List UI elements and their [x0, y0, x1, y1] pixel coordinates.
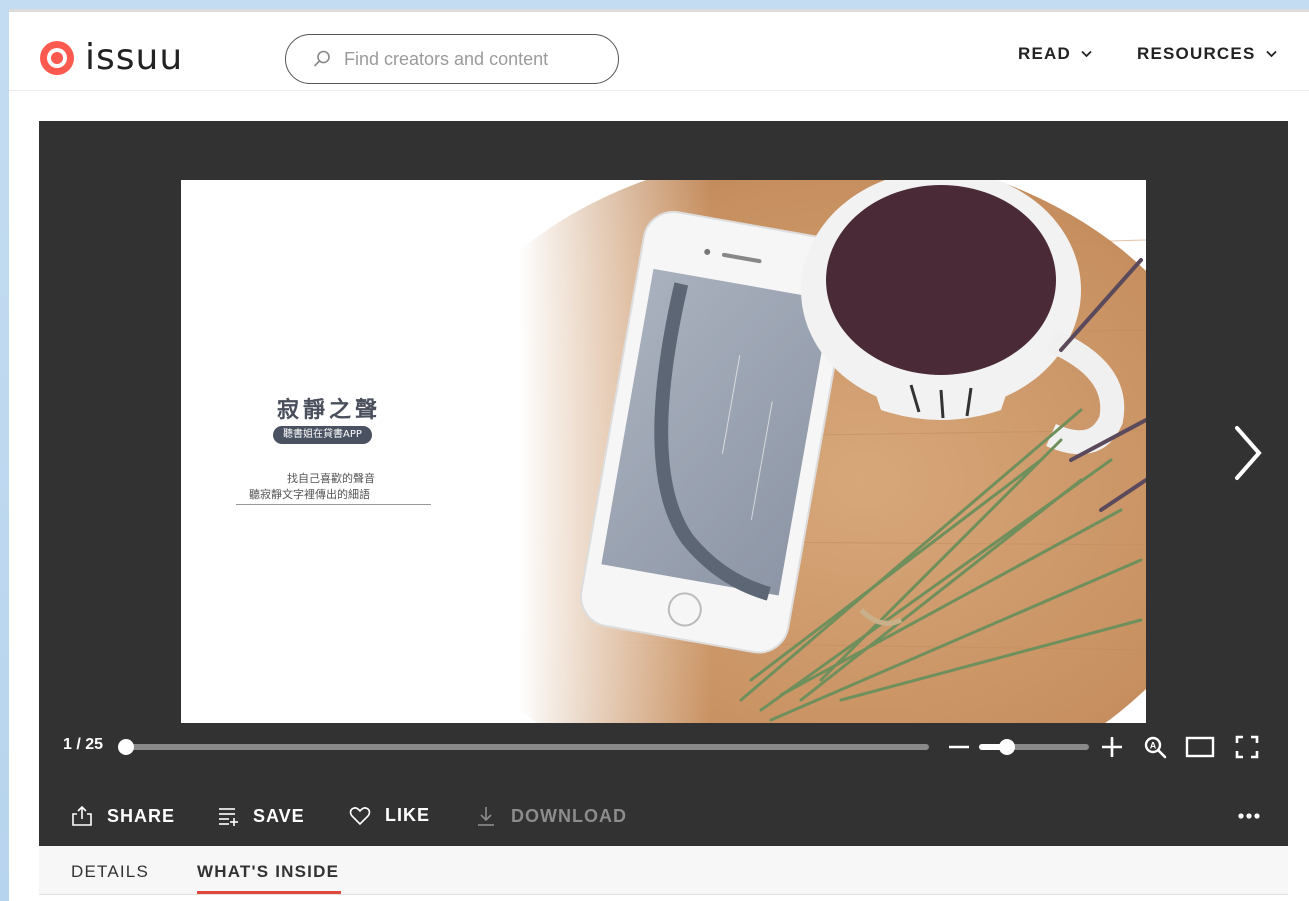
nav-resources[interactable]: RESOURCES — [1137, 44, 1277, 64]
page-progress-handle[interactable] — [118, 739, 134, 755]
issuu-logo-icon — [40, 41, 74, 75]
share-button[interactable]: SHARE — [71, 805, 175, 827]
single-page-view-icon[interactable] — [1185, 735, 1215, 759]
next-page-arrow-icon[interactable] — [1229, 424, 1265, 482]
download-label: DOWNLOAD — [511, 805, 627, 826]
like-button[interactable]: LIKE — [349, 805, 430, 826]
chevron-down-icon — [1081, 50, 1092, 58]
save-button[interactable]: SAVE — [217, 805, 305, 827]
zoom-handle[interactable] — [999, 739, 1015, 755]
slide-badge: 聽書姐在貸書APP — [273, 426, 372, 444]
page-photo — [181, 180, 1146, 723]
nav-read[interactable]: READ — [1018, 44, 1092, 64]
document-page[interactable]: 寂靜之聲 聽書姐在貸書APP 找自己喜歡的聲音 聽寂靜文字裡傳出的細語 — [181, 180, 1146, 723]
logo-text: issuu — [85, 37, 184, 78]
fullscreen-icon[interactable] — [1235, 735, 1259, 759]
zoom-out-icon[interactable] — [947, 735, 971, 759]
magnifier-icon[interactable]: A — [1143, 735, 1167, 759]
action-bar: SHARE SAVE LIKE DOWNLOAD — [39, 784, 1288, 846]
more-options-icon[interactable] — [1234, 806, 1264, 826]
zoom-slider[interactable] — [979, 739, 1089, 755]
download-button[interactable]: DOWNLOAD — [475, 805, 627, 827]
save-list-icon — [219, 808, 238, 826]
page-frame: issuu READ RESOURCES — [9, 9, 1309, 901]
slide-line-2: 聽寂靜文字裡傳出的細語 — [249, 488, 370, 501]
slide-divider — [236, 504, 431, 505]
document-reader: 寂靜之聲 聽書姐在貸書APP 找自己喜歡的聲音 聽寂靜文字裡傳出的細語 1 / … — [39, 121, 1288, 784]
slide-title: 寂靜之聲 — [277, 398, 382, 423]
share-icon — [72, 805, 92, 826]
site-header: issuu READ RESOURCES — [9, 9, 1309, 91]
heart-icon — [349, 806, 371, 825]
chevron-down-icon — [1265, 50, 1277, 58]
tab-whats-inside[interactable]: WHAT'S INSIDE — [197, 862, 339, 882]
tab-details[interactable]: DETAILS — [71, 862, 149, 882]
download-icon — [478, 807, 494, 826]
page-counter: 1 / 25 — [63, 736, 104, 753]
content-tabs: DETAILS WHAT'S INSIDE — [39, 846, 1288, 895]
share-label: SHARE — [107, 805, 176, 826]
slide-line-1: 找自己喜歡的聲音 — [287, 472, 375, 485]
nav-resources-label: RESOURCES — [1137, 44, 1256, 63]
svg-text:A: A — [1150, 741, 1157, 751]
page-progress-slider[interactable] — [118, 739, 929, 755]
issuu-logo[interactable]: issuu — [39, 38, 183, 78]
search-icon — [314, 50, 330, 67]
zoom-in-icon[interactable] — [1100, 735, 1124, 759]
like-label: LIKE — [385, 805, 431, 825]
nav-read-label: READ — [1018, 44, 1071, 63]
search-input[interactable] — [344, 48, 604, 70]
search-box[interactable] — [285, 34, 619, 84]
active-tab-indicator — [197, 891, 341, 894]
save-label: SAVE — [253, 805, 305, 826]
